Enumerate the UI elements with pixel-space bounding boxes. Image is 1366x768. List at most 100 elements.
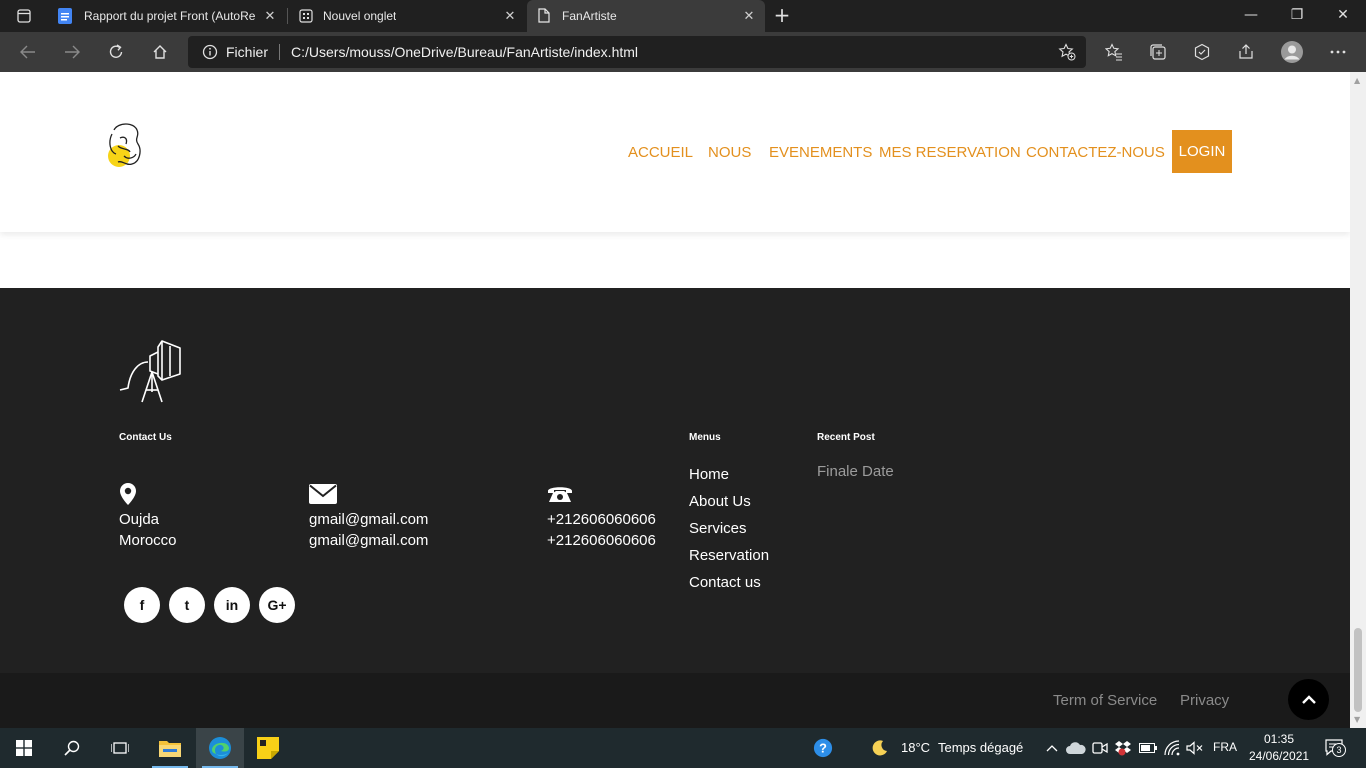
wifi-icon[interactable]	[1162, 738, 1182, 758]
footer-bottom-bar: Term of Service Privacy	[0, 673, 1350, 728]
maximize-button[interactable]: ❐	[1274, 0, 1320, 32]
tab-close-icon[interactable]: ✕	[262, 8, 278, 24]
login-button[interactable]: LOGIN	[1172, 130, 1232, 173]
tab-actions-icon[interactable]	[10, 6, 38, 26]
google-docs-icon	[58, 8, 72, 27]
add-favorite-icon[interactable]	[1058, 43, 1076, 64]
phone-icon	[547, 484, 573, 509]
scroll-up-arrow-icon[interactable]: ▲	[1354, 76, 1360, 85]
email-address[interactable]: gmail@gmail.com	[309, 532, 428, 549]
file-explorer-icon[interactable]	[146, 728, 194, 768]
sticky-notes-icon[interactable]	[244, 728, 292, 768]
input-language[interactable]: FRA	[1213, 740, 1237, 754]
tab-fanartiste[interactable]: FanArtiste ✕	[527, 0, 765, 32]
address-country: Morocco	[119, 532, 177, 549]
phone-number[interactable]: +212606060606	[547, 511, 656, 528]
web-page: ACCUEIL NOUS EVENEMENTS MES RESERVATION …	[0, 72, 1350, 728]
tab-title: Rapport du projet Front (AutoRe	[84, 9, 256, 23]
phone-number[interactable]: +212606060606	[547, 532, 656, 549]
footer-link-about[interactable]: About Us	[689, 493, 751, 510]
nav-link-nous[interactable]: NOUS	[708, 144, 751, 161]
url-text[interactable]: C:/Users/mouss/OneDrive/Bureau/FanArtist…	[291, 44, 638, 60]
windows-start-icon[interactable]	[0, 728, 48, 768]
envelope-icon	[309, 484, 337, 509]
site-footer: Contact Us Menus Recent Post Oujda Moroc…	[0, 288, 1350, 728]
tab-nouvel-onglet[interactable]: Nouvel onglet ✕	[288, 0, 526, 32]
forward-arrow-icon[interactable]	[58, 38, 86, 66]
browser-tab-strip: Rapport du projet Front (AutoRe ✕ Nouvel…	[0, 0, 1366, 32]
chevron-up-icon[interactable]	[1042, 738, 1062, 758]
recent-post-heading: Recent Post	[817, 432, 875, 443]
privacy-link[interactable]: Privacy	[1180, 692, 1229, 709]
clock-time[interactable]: 01:35	[1264, 732, 1294, 746]
footer-link-reservation[interactable]: Reservation	[689, 547, 769, 564]
recent-post-link[interactable]: Finale Date	[817, 463, 894, 480]
favorites-icon[interactable]	[1102, 40, 1126, 64]
clock-date[interactable]: 24/06/2021	[1249, 749, 1309, 763]
minimize-button[interactable]: —	[1228, 0, 1274, 32]
help-icon[interactable]: ?	[813, 738, 833, 758]
windows-taskbar: ? 18°C Temps dégagé FRA 01:35 24/06/2021…	[0, 728, 1366, 768]
new-tab-button[interactable]: +	[770, 4, 794, 28]
footer-link-contact[interactable]: Contact us	[689, 574, 761, 591]
page-scrollbar[interactable]: ▲ ▼	[1350, 72, 1366, 728]
nav-link-contactez-nous[interactable]: CONTACTEZ-NOUS	[1026, 144, 1165, 161]
footer-link-home[interactable]: Home	[689, 466, 729, 483]
back-arrow-icon[interactable]	[14, 38, 42, 66]
map-marker-icon	[119, 482, 137, 511]
volume-muted-icon[interactable]	[1185, 738, 1205, 758]
weather-condition[interactable]: Temps dégagé	[938, 740, 1023, 755]
url-scheme-label: Fichier	[226, 44, 269, 60]
chevron-up-icon	[1301, 694, 1316, 704]
main-navigation: ACCUEIL NOUS EVENEMENTS MES RESERVATION …	[0, 130, 1350, 174]
address-city: Oujda	[119, 511, 160, 528]
weather-temperature[interactable]: 18°C	[901, 740, 930, 755]
address-divider	[279, 44, 280, 60]
scroll-to-top-button[interactable]	[1288, 679, 1329, 720]
refresh-icon[interactable]	[102, 38, 130, 66]
onedrive-cloud-icon[interactable]	[1066, 738, 1086, 758]
twitter-icon[interactable]: t	[169, 587, 205, 623]
tab-rapport[interactable]: Rapport du projet Front (AutoRe ✕	[46, 0, 286, 32]
browser-essentials-icon[interactable]	[1190, 40, 1214, 64]
nav-link-mes-reservation[interactable]: MES RESERVATION	[879, 144, 1021, 161]
address-bar[interactable]: Fichier C:/Users/mouss/OneDrive/Bureau/F…	[188, 36, 1086, 68]
meet-now-icon[interactable]	[1090, 738, 1110, 758]
weather-moon-icon[interactable]	[870, 738, 890, 758]
google-plus-icon[interactable]: G+	[259, 587, 295, 623]
notifications-icon[interactable]: 3	[1322, 738, 1350, 758]
dropbox-icon[interactable]	[1113, 738, 1133, 758]
search-icon[interactable]	[48, 728, 96, 768]
browser-toolbar: Fichier C:/Users/mouss/OneDrive/Bureau/F…	[0, 32, 1366, 72]
collections-icon[interactable]	[1146, 40, 1170, 64]
nav-link-accueil[interactable]: ACCUEIL	[628, 144, 693, 161]
battery-icon[interactable]	[1138, 738, 1158, 758]
site-header: ACCUEIL NOUS EVENEMENTS MES RESERVATION …	[0, 72, 1350, 232]
close-window-button[interactable]: ✕	[1320, 0, 1366, 32]
home-icon[interactable]	[146, 38, 174, 66]
facebook-icon[interactable]: f	[124, 587, 160, 623]
footer-link-services[interactable]: Services	[689, 520, 747, 537]
tab-title: Nouvel onglet	[323, 9, 397, 23]
scrollbar-thumb[interactable]	[1354, 628, 1362, 712]
tab-title: FanArtiste	[562, 9, 617, 23]
contact-us-heading: Contact Us	[119, 432, 172, 443]
email-address[interactable]: gmail@gmail.com	[309, 511, 428, 528]
more-options-icon[interactable]	[1326, 40, 1350, 64]
terms-of-service-link[interactable]: Term of Service	[1053, 692, 1157, 709]
task-view-icon[interactable]	[96, 728, 144, 768]
info-icon[interactable]	[202, 44, 218, 63]
tab-close-icon[interactable]: ✕	[741, 8, 757, 24]
share-icon[interactable]	[1234, 40, 1258, 64]
spotlight-logo-icon	[118, 338, 184, 404]
page-icon	[538, 8, 550, 26]
new-tab-page-icon	[299, 9, 313, 26]
tab-close-icon[interactable]: ✕	[502, 8, 518, 24]
nav-link-evenements[interactable]: EVENEMENTS	[769, 144, 872, 161]
svg-text:?: ?	[819, 741, 827, 756]
edge-browser-icon[interactable]	[196, 728, 244, 768]
linkedin-icon[interactable]: in	[214, 587, 250, 623]
scroll-down-arrow-icon[interactable]: ▼	[1354, 715, 1360, 724]
notification-count-badge: 3	[1332, 743, 1346, 757]
profile-avatar-icon[interactable]	[1280, 40, 1304, 64]
